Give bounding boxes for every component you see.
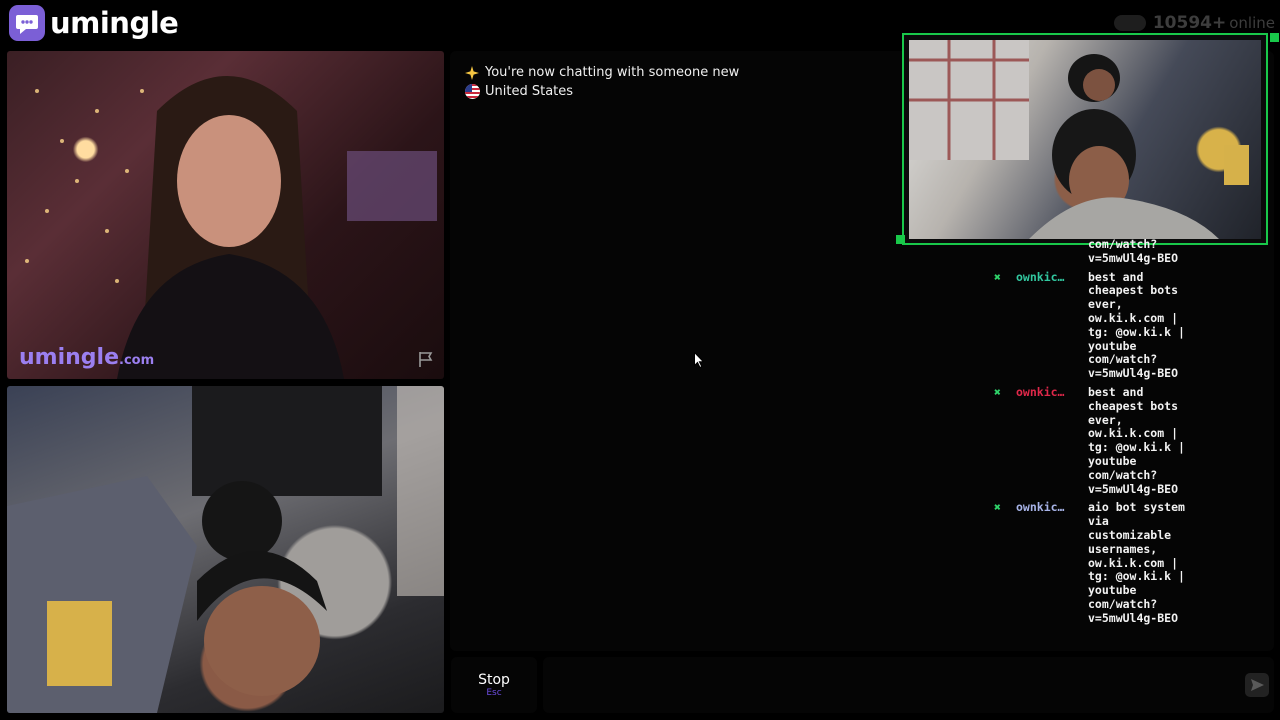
chat-bubble-icon: [9, 5, 45, 41]
self-video: [7, 386, 444, 713]
sparkle-icon: [464, 65, 480, 80]
floating-video-preview[interactable]: [896, 33, 1279, 245]
message-author[interactable]: ownkic…: [1016, 386, 1088, 496]
chat-message: ✖ ownkic… best and cheapest bots ever, o…: [994, 269, 1224, 381]
message-x-icon[interactable]: ✖: [994, 500, 1016, 625]
message-x-icon[interactable]: [994, 238, 1016, 266]
online-toggle[interactable]: [1113, 15, 1146, 31]
message-x-icon[interactable]: ✖: [994, 270, 1016, 381]
chat-message: ✖ ownkic… best and cheapest bots ever, o…: [994, 384, 1224, 496]
send-arrow-icon: [1251, 679, 1264, 691]
mouse-cursor-icon: [694, 352, 704, 368]
brand-logo[interactable]: umingle: [9, 5, 179, 41]
chat-status-line: You're now chatting with someone new: [464, 65, 739, 80]
stop-button-label: Stop: [478, 672, 510, 688]
message-author[interactable]: ownkic…: [1016, 271, 1088, 381]
us-flag-icon: [464, 84, 480, 99]
floating-video-frame: [909, 40, 1261, 239]
self-video-frame: [7, 386, 444, 713]
resize-handle-top-right[interactable]: [1270, 33, 1279, 42]
watermark-brand: umingle: [19, 345, 119, 370]
message-text: com/watch? v=5mwUl4g-BEO: [1088, 237, 1179, 265]
floating-video-scene: [909, 40, 1249, 239]
message-author: [1016, 238, 1088, 266]
stranger-video-frame: [25, 76, 437, 379]
send-button[interactable]: [1245, 673, 1269, 697]
online-count: 10594+: [1152, 13, 1227, 33]
stop-shortcut-hint: Esc: [486, 688, 502, 698]
message-text: aio bot system via customizable username…: [1088, 500, 1185, 625]
stop-button[interactable]: Stop Esc: [451, 657, 537, 713]
chat-message: com/watch? v=5mwUl4g-BEO: [994, 237, 1224, 266]
online-label: online: [1229, 14, 1275, 32]
message-input[interactable]: [543, 657, 1274, 713]
stranger-video: umingle.com: [7, 51, 444, 379]
resize-handle-bottom-left[interactable]: [896, 235, 905, 244]
chat-message: ✖ ownkic… aio bot system via customizabl…: [994, 500, 1224, 625]
chat-status-text: You're now chatting with someone new: [485, 65, 740, 80]
message-author[interactable]: ownkic…: [1016, 501, 1088, 625]
online-status: 10594+ online: [1113, 13, 1275, 33]
chat-messages: com/watch? v=5mwUl4g-BEO ✖ ownkic… best …: [994, 237, 1224, 631]
watermark-tld: .com: [119, 353, 155, 368]
stranger-country: United States: [485, 84, 574, 99]
stranger-country-line: United States: [464, 84, 573, 99]
umingle-watermark: umingle.com: [19, 345, 154, 370]
report-flag-icon[interactable]: [418, 351, 434, 367]
message-text: best and cheapest bots ever, ow.ki.k.com…: [1088, 269, 1185, 381]
brand-name: umingle: [50, 6, 179, 40]
message-text: best and cheapest bots ever, ow.ki.k.com…: [1088, 384, 1185, 496]
message-x-icon[interactable]: ✖: [994, 385, 1016, 496]
